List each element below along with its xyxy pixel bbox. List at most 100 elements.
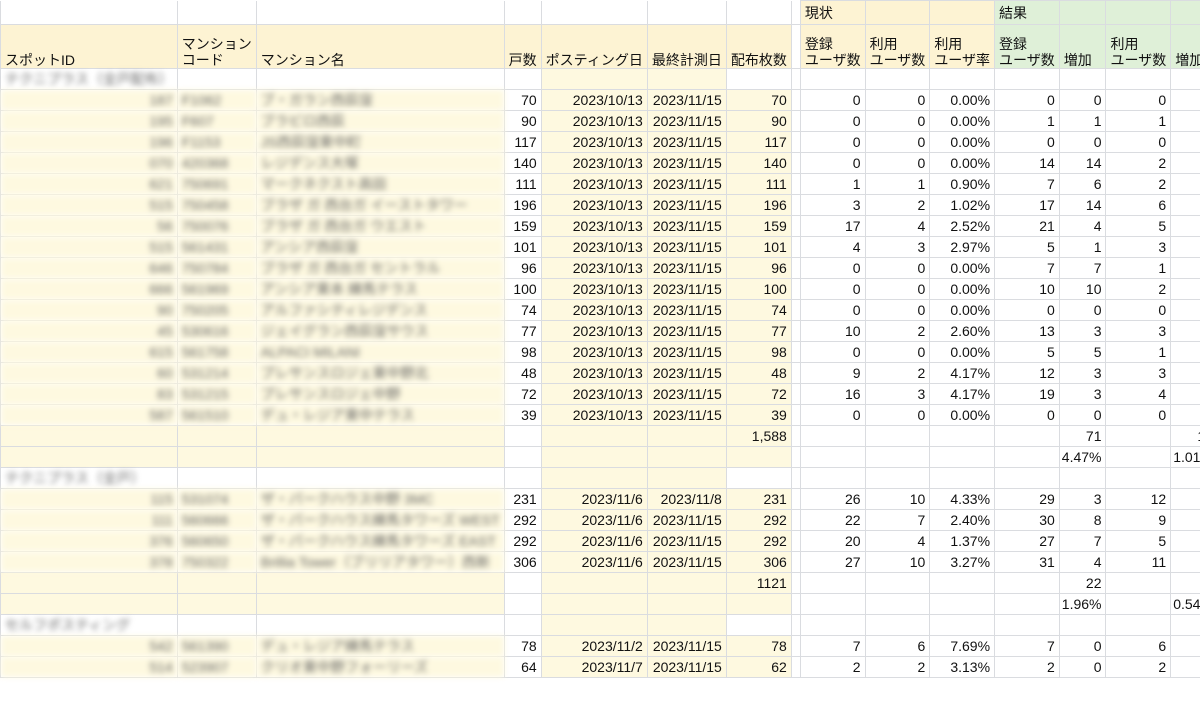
spot-id-cell[interactable]: 378: [0, 551, 178, 573]
cur-use-users-cell[interactable]: 10: [864, 488, 931, 510]
empty-cell[interactable]: [790, 152, 801, 174]
column-header-units[interactable]: 戸数: [503, 24, 542, 69]
empty-cell[interactable]: [994, 467, 1060, 489]
units-cell[interactable]: 292: [503, 509, 542, 531]
last-measure-cell[interactable]: 2023/11/8: [646, 488, 727, 510]
empty-cell[interactable]: [799, 425, 866, 447]
cur-use-rate-cell[interactable]: 2.52%: [929, 215, 996, 237]
res-use-users-cell[interactable]: 0: [1105, 299, 1172, 321]
spot-id-cell[interactable]: 515: [0, 194, 178, 216]
cur-use-rate-cell[interactable]: 4.17%: [929, 383, 996, 405]
empty-cell[interactable]: [929, 446, 996, 468]
res-use-users-cell[interactable]: 1: [1105, 341, 1172, 363]
empty-cell[interactable]: [799, 593, 866, 615]
empty-cell[interactable]: [1170, 467, 1200, 489]
header-cell[interactable]: [1058, 0, 1107, 25]
res-use-inc-cell[interactable]: 0: [1170, 299, 1200, 321]
posting-date-cell[interactable]: 2023/10/13: [540, 341, 648, 363]
posting-date-cell[interactable]: 2023/11/2: [540, 635, 648, 657]
units-cell[interactable]: 78: [503, 635, 542, 657]
last-measure-cell[interactable]: 2023/11/15: [646, 299, 727, 321]
res-use-users-cell[interactable]: 2: [1105, 173, 1172, 195]
res-reg-users-cell[interactable]: 5: [994, 236, 1060, 258]
res-use-users-cell[interactable]: 5: [1105, 215, 1172, 237]
res-use-inc-cell[interactable]: 0: [1170, 635, 1200, 657]
empty-cell[interactable]: [646, 572, 727, 594]
cur-use-users-cell[interactable]: 2: [864, 362, 931, 384]
res-reg-inc-cell[interactable]: 3: [1058, 320, 1107, 342]
res-reg-inc-cell[interactable]: 3: [1058, 488, 1107, 510]
last-measure-cell[interactable]: 2023/11/15: [646, 404, 727, 426]
res-use-users-cell[interactable]: 4: [1105, 383, 1172, 405]
res-reg-inc-cell[interactable]: 0: [1058, 299, 1107, 321]
column-header-res-reg-users[interactable]: 登録 ユーザ数: [994, 24, 1060, 69]
res-use-inc-cell[interactable]: 1: [1170, 551, 1200, 573]
res-reg-inc-cell[interactable]: 10: [1058, 278, 1107, 300]
units-cell[interactable]: 39: [503, 404, 542, 426]
empty-cell[interactable]: [799, 572, 866, 594]
mansion-name-cell[interactable]: デュ・レジア練馬テラス: [255, 635, 505, 657]
units-cell[interactable]: 72: [503, 383, 542, 405]
res-reg-users-cell[interactable]: 27: [994, 530, 1060, 552]
cur-use-users-cell[interactable]: 0: [864, 299, 931, 321]
posting-date-cell[interactable]: 2023/10/13: [540, 404, 648, 426]
res-reg-inc-cell[interactable]: 6: [1058, 173, 1107, 195]
mansion-code-cell[interactable]: 531215: [176, 383, 257, 405]
cur-use-users-cell[interactable]: 6: [864, 635, 931, 657]
cur-reg-users-cell[interactable]: 10: [799, 320, 866, 342]
res-reg-users-cell[interactable]: 12: [994, 362, 1060, 384]
empty-cell[interactable]: [799, 614, 866, 636]
distributed-cell[interactable]: 292: [725, 509, 792, 531]
res-use-inc-cell[interactable]: 0: [1170, 656, 1200, 678]
empty-cell[interactable]: [1170, 68, 1200, 90]
mansion-code-cell[interactable]: 750691: [176, 173, 257, 195]
empty-cell[interactable]: [1058, 467, 1107, 489]
posting-date-cell[interactable]: 2023/10/13: [540, 383, 648, 405]
res-use-users-cell[interactable]: 3: [1105, 236, 1172, 258]
empty-cell[interactable]: [646, 614, 727, 636]
mansion-code-cell[interactable]: 420368: [176, 152, 257, 174]
header-cell[interactable]: [790, 0, 801, 25]
mansion-name-cell[interactable]: ジェイグラン西荻窪サウス: [255, 320, 505, 342]
mansion-name-cell[interactable]: アンシア東本 練馬テラス: [255, 278, 505, 300]
res-reg-inc-cell[interactable]: 8: [1058, 509, 1107, 531]
empty-cell[interactable]: [176, 425, 257, 447]
empty-cell[interactable]: [503, 425, 542, 447]
distributed-cell[interactable]: 111: [725, 173, 792, 195]
empty-cell[interactable]: [176, 467, 257, 489]
empty-cell[interactable]: [255, 467, 505, 489]
empty-cell[interactable]: [790, 635, 801, 657]
mansion-name-cell[interactable]: ブラザ ガ 西台ガ セントラル: [255, 257, 505, 279]
cur-reg-users-cell[interactable]: 0: [799, 110, 866, 132]
cur-use-rate-cell[interactable]: 4.33%: [929, 488, 996, 510]
empty-cell[interactable]: [864, 425, 931, 447]
last-measure-cell[interactable]: 2023/11/15: [646, 215, 727, 237]
cur-reg-users-cell[interactable]: 26: [799, 488, 866, 510]
section-title[interactable]: テクニプラス（全戸配布）: [0, 68, 178, 90]
posting-date-cell[interactable]: 2023/11/6: [540, 509, 648, 531]
empty-cell[interactable]: [725, 467, 792, 489]
res-reg-users-cell[interactable]: 31: [994, 551, 1060, 573]
mansion-code-cell[interactable]: 750458: [176, 194, 257, 216]
units-cell[interactable]: 231: [503, 488, 542, 510]
res-use-users-cell[interactable]: 6: [1105, 194, 1172, 216]
cur-use-rate-cell[interactable]: 3.13%: [929, 656, 996, 678]
empty-cell[interactable]: [1105, 593, 1172, 615]
posting-date-cell[interactable]: 2023/10/13: [540, 362, 648, 384]
empty-cell[interactable]: [0, 572, 178, 594]
empty-cell[interactable]: [790, 110, 801, 132]
empty-cell[interactable]: [994, 446, 1060, 468]
cur-reg-users-cell[interactable]: 27: [799, 551, 866, 573]
res-reg-inc-cell[interactable]: 7: [1058, 530, 1107, 552]
mansion-name-cell[interactable]: アルファシティレジデンス: [255, 299, 505, 321]
res-reg-inc-cell[interactable]: 3: [1058, 362, 1107, 384]
empty-cell[interactable]: [929, 68, 996, 90]
res-reg-inc-cell[interactable]: 4: [1058, 215, 1107, 237]
empty-cell[interactable]: [790, 572, 801, 594]
empty-cell[interactable]: [255, 68, 505, 90]
empty-cell[interactable]: [790, 488, 801, 510]
empty-cell[interactable]: [0, 593, 178, 615]
empty-cell[interactable]: [790, 530, 801, 552]
mansion-code-cell[interactable]: 531074: [176, 488, 257, 510]
cur-reg-users-cell[interactable]: 16: [799, 383, 866, 405]
